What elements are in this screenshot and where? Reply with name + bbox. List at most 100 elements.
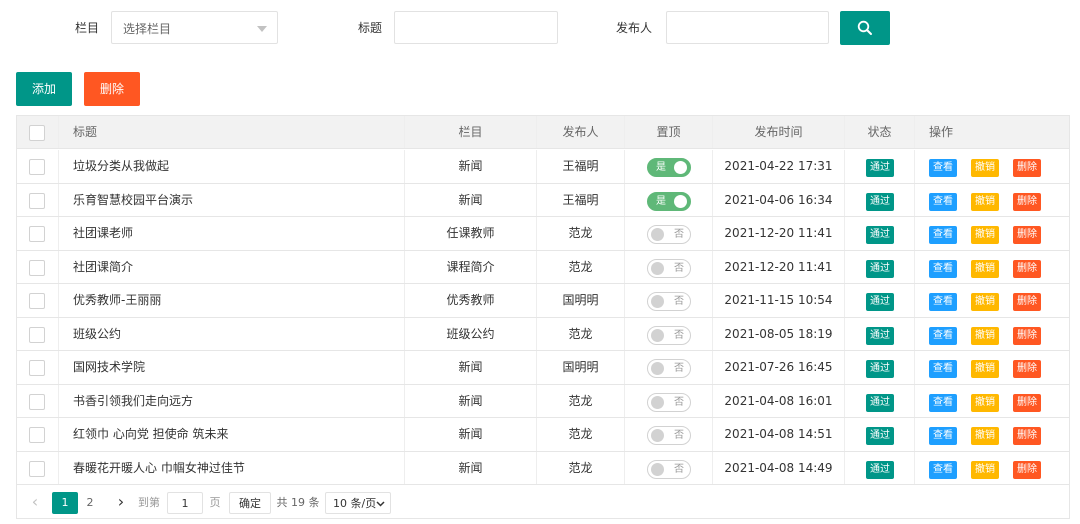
view-button[interactable]: 查看	[929, 293, 957, 311]
table-row: 社团课老师 任课教师 范龙 否 2021-12-20 11:41 通过 查看 撤销 删除	[17, 217, 1069, 251]
row-column: 新闻	[405, 451, 537, 484]
revoke-button[interactable]: 撤销	[971, 360, 999, 378]
row-delete-button[interactable]: 删除	[1013, 259, 1041, 278]
total-count: 共 19 条	[276, 496, 320, 509]
revoke-button[interactable]: 撤销	[971, 226, 999, 244]
row-time: 2021-04-06 16:34	[713, 183, 845, 216]
row-checkbox[interactable]	[29, 326, 45, 343]
column-select[interactable]: 选择栏目	[111, 11, 278, 44]
column-header-actions: 操作	[929, 125, 954, 139]
row-column: 新闻	[405, 150, 537, 183]
row-delete-button[interactable]: 删除	[1013, 293, 1041, 311]
pin-toggle[interactable]: 是	[647, 191, 691, 211]
status-badge: 通过	[866, 226, 894, 244]
row-time: 2021-11-15 10:54	[713, 284, 845, 317]
pin-toggle[interactable]: 否	[647, 426, 691, 445]
table-header: 标题 栏目 发布人 置顶 发布时间 状态 操作	[17, 116, 1069, 149]
row-time: 2021-04-08 14:49	[713, 451, 845, 484]
pin-toggle[interactable]: 否	[647, 258, 691, 278]
pin-toggle[interactable]: 否	[647, 292, 691, 311]
revoke-button[interactable]: 撤销	[971, 259, 999, 278]
pin-toggle[interactable]: 否	[647, 325, 691, 345]
page-size-select[interactable]: 10 条/页	[325, 492, 391, 514]
column-header-time: 发布时间	[713, 116, 845, 148]
view-button[interactable]: 查看	[929, 192, 957, 211]
news-table: 标题 栏目 发布人 置顶 发布时间 状态 操作 垃圾分类从我做起 新闻 王福明是 20…	[16, 115, 1070, 519]
row-checkbox[interactable]	[29, 192, 45, 209]
goto-page-input[interactable]: 1	[167, 492, 203, 514]
search-button[interactable]	[840, 11, 890, 45]
row-title: 乐育智慧校园平台演示	[59, 183, 405, 216]
row-checkbox[interactable]	[29, 159, 45, 175]
pin-toggle[interactable]: 否	[647, 359, 691, 378]
revoke-button[interactable]: 撤销	[971, 326, 999, 345]
page-1-button[interactable]: 1	[52, 492, 78, 514]
goto-confirm-button[interactable]: 确定	[229, 492, 271, 514]
pin-toggle[interactable]: 否	[647, 225, 691, 244]
row-delete-button[interactable]: 删除	[1013, 427, 1041, 445]
row-checkbox[interactable]	[29, 293, 45, 309]
revoke-button[interactable]: 撤销	[971, 427, 999, 445]
select-all-checkbox[interactable]	[29, 125, 45, 141]
table-row: 乐育智慧校园平台演示 新闻 王福明 是 2021-04-06 16:34 通过 查看 撤销 删除	[17, 183, 1069, 217]
row-publisher: 国明明	[537, 284, 625, 317]
next-page-button[interactable]: ›	[113, 492, 129, 514]
view-button[interactable]: 查看	[929, 427, 957, 445]
revoke-button[interactable]: 撤销	[971, 159, 999, 177]
column-header-status: 状态	[845, 116, 915, 148]
row-column: 班级公约	[405, 317, 537, 350]
view-button[interactable]: 查看	[929, 326, 957, 345]
row-delete-button[interactable]: 删除	[1013, 159, 1041, 177]
revoke-button[interactable]: 撤销	[971, 393, 999, 412]
row-title: 优秀教师-王丽丽	[59, 284, 405, 317]
page-size-value: 10 条/页	[333, 497, 377, 510]
pin-toggle[interactable]: 否	[647, 459, 691, 479]
delete-button[interactable]: 删除	[84, 72, 140, 106]
row-publisher: 范龙	[537, 317, 625, 350]
title-input[interactable]	[394, 11, 558, 44]
pin-toggle[interactable]: 否	[647, 392, 691, 412]
row-time: 2021-12-20 11:41	[713, 250, 845, 283]
row-delete-button[interactable]: 删除	[1013, 393, 1041, 412]
row-checkbox[interactable]	[29, 460, 45, 477]
view-button[interactable]: 查看	[929, 360, 957, 378]
status-badge: 通过	[866, 427, 894, 445]
row-checkbox[interactable]	[29, 259, 45, 276]
row-checkbox[interactable]	[29, 360, 45, 376]
add-button[interactable]: 添加	[16, 72, 72, 106]
view-button[interactable]: 查看	[929, 259, 957, 278]
row-title: 垃圾分类从我做起	[59, 150, 405, 183]
pin-toggle[interactable]: 是	[647, 158, 691, 177]
revoke-button[interactable]: 撤销	[971, 460, 999, 479]
row-checkbox[interactable]	[29, 427, 45, 443]
row-delete-button[interactable]: 删除	[1013, 360, 1041, 378]
column-select-placeholder: 选择栏目	[123, 22, 172, 36]
table-row: 书香引领我们走向远方 新闻 范龙 否 2021-04-08 16:01 通过 查看 撤销 删除	[17, 384, 1069, 418]
status-badge: 通过	[866, 326, 894, 345]
publisher-input[interactable]	[666, 11, 829, 44]
row-checkbox[interactable]	[29, 226, 45, 242]
row-column: 新闻	[405, 384, 537, 417]
row-time: 2021-12-20 11:41	[713, 217, 845, 250]
table-row: 红领巾 心向党 担使命 筑未来 新闻 范龙 否 2021-04-08 14:51 通过 查看…	[17, 418, 1069, 452]
row-column: 新闻	[405, 351, 537, 384]
row-column: 优秀教师	[405, 284, 537, 317]
view-button[interactable]: 查看	[929, 393, 957, 412]
column-filter-label: 栏目	[75, 21, 100, 35]
revoke-button[interactable]: 撤销	[971, 293, 999, 311]
row-publisher: 范龙	[537, 250, 625, 283]
view-button[interactable]: 查看	[929, 226, 957, 244]
view-button[interactable]: 查看	[929, 159, 957, 177]
row-delete-button[interactable]: 删除	[1013, 326, 1041, 345]
row-title: 书香引领我们走向远方	[59, 384, 405, 417]
prev-page-button[interactable]: ‹	[27, 492, 43, 514]
row-delete-button[interactable]: 删除	[1013, 460, 1041, 479]
revoke-button[interactable]: 撤销	[971, 192, 999, 211]
row-checkbox[interactable]	[29, 393, 45, 410]
row-delete-button[interactable]: 删除	[1013, 192, 1041, 211]
view-button[interactable]: 查看	[929, 460, 957, 479]
table-row: 垃圾分类从我做起 新闻 王福明 是 2021-04-22 17:31 通过 查看 撤销 删除	[17, 150, 1069, 184]
row-time: 2021-08-05 18:19	[713, 317, 845, 350]
page-2-button[interactable]: 2	[79, 492, 101, 514]
row-delete-button[interactable]: 删除	[1013, 226, 1041, 244]
